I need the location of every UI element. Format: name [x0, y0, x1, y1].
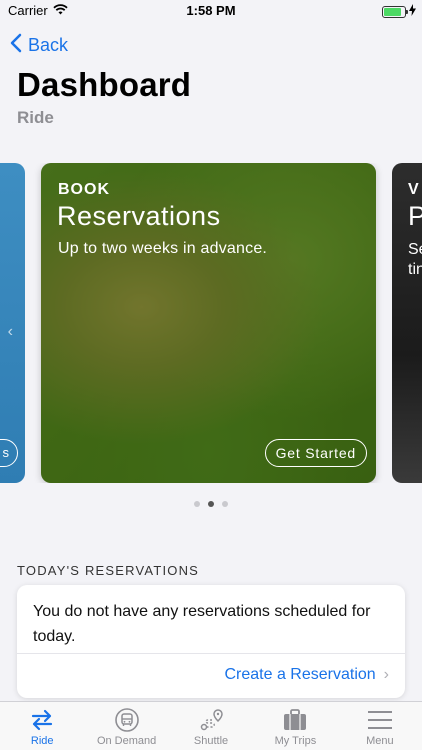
previous-card-button[interactable]: s — [0, 439, 18, 467]
back-button[interactable]: Back — [10, 33, 68, 58]
tab-label: My Trips — [274, 735, 317, 747]
chevron-left-icon: ‹ — [7, 323, 13, 340]
status-time: 1:58 PM — [186, 3, 236, 18]
page-indicator[interactable] — [0, 501, 422, 507]
tab-shuttle[interactable]: Shuttle — [169, 702, 253, 750]
status-bar: Carrier 1:58 PM — [0, 0, 422, 22]
battery-icon — [382, 5, 408, 18]
page-dot[interactable] — [208, 501, 214, 507]
briefcase-icon — [282, 708, 308, 732]
card-title: Reservations — [57, 201, 221, 231]
divider — [17, 653, 405, 654]
section-header: TODAY'S RESERVATIONS — [17, 563, 200, 578]
tab-on-demand[interactable]: On Demand — [84, 702, 168, 750]
carousel-card-next[interactable]: V P Se tin — [392, 163, 422, 483]
create-reservation-label: Create a Reservation — [224, 666, 376, 683]
tab-my-trips[interactable]: My Trips — [253, 702, 337, 750]
next-card-description-line: Se — [408, 241, 422, 258]
route-icon — [198, 708, 224, 732]
empty-reservations-message: You do not have any reservations schedul… — [33, 603, 371, 645]
tab-bar: Ride On Demand Shuttle My Trips Menu — [0, 701, 422, 750]
charging-icon — [409, 4, 416, 19]
chevron-left-icon — [10, 33, 28, 58]
tab-label: Ride — [30, 735, 54, 747]
tab-menu[interactable]: Menu — [338, 702, 422, 750]
get-started-button[interactable]: Get Started — [264, 439, 367, 467]
card-kicker: BOOK — [58, 181, 110, 198]
page-dot[interactable] — [194, 501, 200, 507]
next-card-description: Se tin — [408, 240, 422, 280]
bus-icon — [114, 708, 140, 732]
create-reservation-link[interactable]: Create a Reservation › — [224, 666, 389, 684]
tab-label: Menu — [366, 735, 394, 747]
menu-icon — [367, 708, 393, 732]
next-card-title: P — [408, 201, 422, 231]
reservations-card: You do not have any reservations schedul… — [17, 585, 405, 698]
card-description: Up to two weeks in advance. — [58, 240, 268, 257]
carousel-card-previous[interactable]: ‹ s — [0, 163, 25, 483]
battery-fill — [384, 7, 401, 16]
next-card-kicker: V — [408, 181, 419, 198]
page-title: Dashboard — [17, 66, 192, 103]
tab-label: On Demand — [96, 735, 157, 747]
battery-group — [382, 4, 416, 19]
back-label: Back — [28, 35, 69, 55]
carousel-card-reservations[interactable]: BOOK Reservations Up to two weeks in adv… — [41, 163, 376, 483]
feature-carousel[interactable]: ‹ s BOOK Reservations Up to two weeks in… — [0, 163, 422, 483]
chevron-right-icon: › — [383, 666, 389, 683]
page-subtitle: Ride — [17, 108, 54, 127]
ride-arrows-icon — [29, 708, 55, 732]
next-card-description-line: tin — [408, 261, 422, 278]
tab-label: Shuttle — [193, 735, 229, 747]
page-dot[interactable] — [222, 501, 228, 507]
tab-ride[interactable]: Ride — [0, 702, 84, 750]
